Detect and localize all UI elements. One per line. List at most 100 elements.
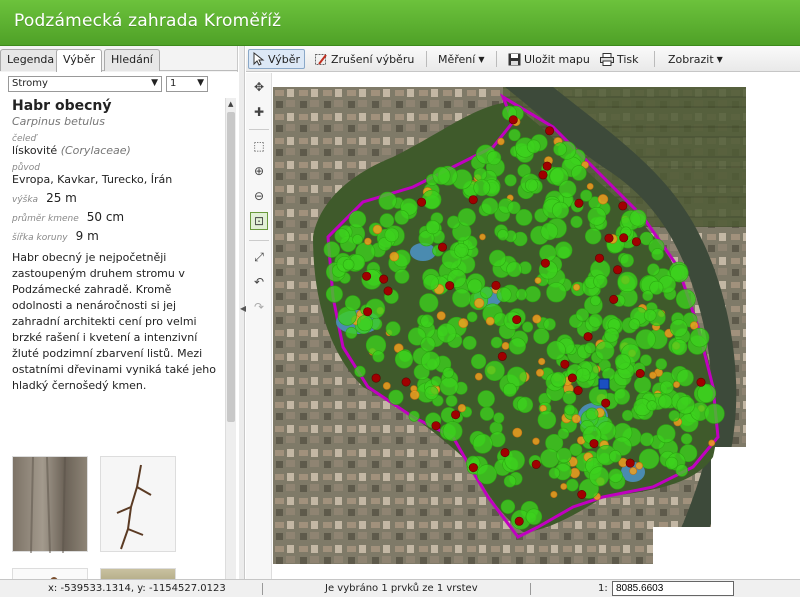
- tree-marker[interactable]: [409, 390, 420, 400]
- tree-marker[interactable]: [486, 150, 502, 166]
- tree-marker[interactable]: [484, 360, 505, 382]
- tree-marker[interactable]: [503, 475, 517, 488]
- tab-selection[interactable]: Výběr: [56, 49, 103, 72]
- tree-marker[interactable]: [472, 433, 493, 454]
- tree-marker[interactable]: [548, 467, 561, 479]
- tree-marker[interactable]: [452, 288, 472, 308]
- tree-marker[interactable]: [457, 208, 476, 227]
- tree-marker[interactable]: [474, 298, 485, 309]
- save-map-button[interactable]: Uložit mapu: [504, 49, 594, 69]
- tree-marker[interactable]: [382, 381, 391, 390]
- tree-marker-red[interactable]: [696, 377, 706, 387]
- tree-marker-red[interactable]: [560, 359, 570, 369]
- tree-marker-red[interactable]: [594, 253, 604, 263]
- tree-marker-red[interactable]: [371, 373, 381, 383]
- tree-marker[interactable]: [344, 295, 361, 311]
- tree-marker[interactable]: [436, 311, 446, 321]
- tree-marker[interactable]: [675, 464, 688, 477]
- tree-marker[interactable]: [439, 376, 459, 396]
- tree-marker[interactable]: [504, 174, 517, 187]
- zoom-in-icon[interactable]: ⊕: [250, 162, 268, 180]
- tree-marker[interactable]: [497, 137, 505, 146]
- tree-marker[interactable]: [394, 209, 410, 225]
- feature-index-select[interactable]: 1 ▼: [166, 76, 208, 92]
- tree-marker[interactable]: [649, 371, 657, 379]
- tree-marker[interactable]: [704, 403, 725, 424]
- tree-marker[interactable]: [665, 456, 679, 470]
- tree-marker[interactable]: [575, 367, 591, 383]
- tree-marker[interactable]: [614, 353, 631, 370]
- tree-marker[interactable]: [500, 499, 516, 514]
- tree-marker-red[interactable]: [379, 274, 389, 284]
- tree-marker-red[interactable]: [531, 459, 541, 469]
- tree-marker-red[interactable]: [362, 271, 372, 281]
- tree-marker[interactable]: [586, 183, 594, 190]
- tree-marker[interactable]: [490, 336, 503, 349]
- tree-marker-red[interactable]: [401, 377, 411, 387]
- tree-marker[interactable]: [384, 227, 400, 243]
- tree-marker[interactable]: [522, 321, 534, 333]
- zoom-box-icon[interactable]: ⬚: [250, 137, 268, 155]
- tree-marker[interactable]: [655, 358, 668, 370]
- tree-marker[interactable]: [533, 328, 550, 345]
- tree-marker-red[interactable]: [500, 448, 510, 458]
- tree-marker[interactable]: [617, 271, 638, 293]
- tree-marker[interactable]: [680, 433, 693, 445]
- tree-marker[interactable]: [364, 237, 372, 246]
- tree-marker[interactable]: [569, 443, 583, 457]
- tree-marker-red[interactable]: [468, 463, 478, 473]
- scale-input[interactable]: [612, 581, 734, 596]
- tree-marker[interactable]: [471, 353, 487, 370]
- tree-marker[interactable]: [585, 228, 602, 245]
- tree-marker[interactable]: [480, 286, 493, 299]
- tree-marker[interactable]: [432, 166, 451, 185]
- tree-marker[interactable]: [515, 288, 528, 301]
- tree-marker[interactable]: [651, 248, 664, 261]
- tree-marker[interactable]: [354, 365, 366, 378]
- tree-marker[interactable]: [477, 390, 495, 408]
- tree-marker-red[interactable]: [383, 286, 393, 296]
- print-button[interactable]: Tisk: [596, 49, 643, 69]
- tree-marker[interactable]: [436, 323, 457, 343]
- tree-marker[interactable]: [556, 447, 572, 464]
- tree-marker[interactable]: [540, 448, 560, 468]
- tree-marker[interactable]: [668, 410, 680, 422]
- tree-marker[interactable]: [476, 464, 497, 485]
- tree-marker[interactable]: [673, 381, 680, 388]
- tree-marker[interactable]: [502, 382, 517, 397]
- tree-marker[interactable]: [479, 233, 486, 241]
- tree-marker[interactable]: [462, 335, 477, 350]
- tree-marker[interactable]: [656, 424, 676, 444]
- tree-marker[interactable]: [620, 253, 634, 268]
- photo-bark[interactable]: [12, 456, 88, 554]
- tree-marker[interactable]: [558, 180, 577, 198]
- tree-marker-red[interactable]: [604, 233, 614, 243]
- tree-marker[interactable]: [643, 309, 657, 322]
- tree-marker[interactable]: [589, 466, 610, 487]
- tree-marker-red[interactable]: [545, 126, 555, 136]
- tree-marker[interactable]: [501, 341, 510, 350]
- tree-marker[interactable]: [560, 483, 568, 490]
- tree-marker[interactable]: [467, 278, 483, 294]
- tree-marker[interactable]: [550, 490, 558, 498]
- tree-marker-red[interactable]: [451, 410, 461, 420]
- add-point-icon[interactable]: ✚: [250, 103, 268, 121]
- tree-marker[interactable]: [497, 229, 509, 241]
- tree-marker[interactable]: [571, 414, 581, 424]
- tree-marker[interactable]: [421, 351, 441, 371]
- tree-marker-red[interactable]: [508, 115, 518, 125]
- tree-marker-red[interactable]: [512, 315, 522, 325]
- tree-marker[interactable]: [454, 243, 469, 258]
- tree-marker[interactable]: [516, 396, 534, 414]
- tree-marker[interactable]: [474, 372, 483, 381]
- tree-marker[interactable]: [550, 371, 567, 388]
- tab-legend[interactable]: Legenda: [0, 49, 62, 71]
- tree-marker[interactable]: [647, 263, 660, 276]
- tree-marker[interactable]: [557, 427, 570, 440]
- tree-marker[interactable]: [595, 341, 615, 361]
- tree-marker[interactable]: [597, 194, 609, 205]
- full-extent-icon[interactable]: ⤢: [250, 248, 268, 266]
- tree-marker[interactable]: [534, 277, 542, 284]
- tree-marker[interactable]: [622, 409, 634, 422]
- tree-marker[interactable]: [571, 165, 587, 181]
